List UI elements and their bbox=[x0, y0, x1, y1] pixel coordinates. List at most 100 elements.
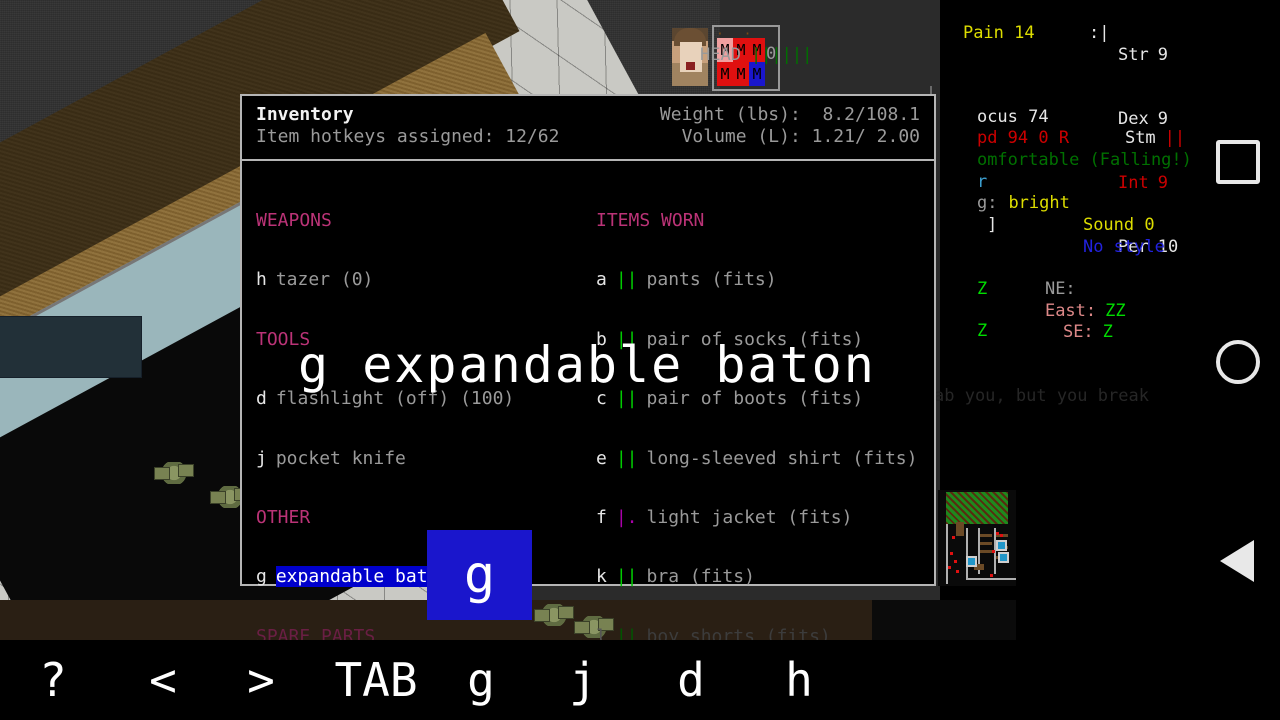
item-label: expandable baton bbox=[275, 566, 450, 588]
selected-item-overlay-label: g expandable baton bbox=[298, 336, 876, 394]
list-item[interactable]: f |. light jacket (fits) bbox=[596, 507, 917, 528]
vkey-j[interactable]: j bbox=[552, 640, 614, 720]
virtual-keyboard-bar: ? < > TAB g j d h bbox=[0, 640, 1280, 720]
volume-readout: Volume (L): 1.21/ 2.00 bbox=[681, 126, 920, 147]
vkey-help[interactable]: ? bbox=[22, 640, 84, 720]
encumbrance-bars: |. bbox=[615, 506, 638, 528]
hud-row-head: HEAD |||||| bbox=[700, 45, 816, 66]
inventory-left-column: WEAPONS h tazer (0) TOOLS d flashlight (of… bbox=[256, 172, 514, 720]
virtual-key-g-popup[interactable]: g bbox=[427, 530, 532, 620]
category-label: ITEMS WORN bbox=[596, 210, 705, 231]
triangle-left-icon[interactable] bbox=[1220, 540, 1254, 582]
vkey-d[interactable]: d bbox=[660, 640, 722, 720]
vkey-label: j bbox=[569, 653, 597, 707]
pain-value: Pain 14 bbox=[962, 23, 1035, 44]
hud-compass-se: SE: Z bbox=[1022, 301, 1113, 365]
category-header: WEAPONS bbox=[256, 210, 514, 231]
minimap-vegetation bbox=[946, 492, 1008, 524]
minimap-enemy bbox=[990, 574, 993, 577]
minimap-wall bbox=[966, 528, 968, 580]
square-icon[interactable] bbox=[1216, 140, 1260, 184]
vkey-label: > bbox=[247, 653, 275, 707]
plant-sprite bbox=[154, 462, 194, 484]
vkey-g[interactable]: g bbox=[450, 640, 512, 720]
vkey-tab[interactable]: TAB bbox=[330, 640, 422, 720]
android-navigation-bar bbox=[1190, 0, 1280, 640]
encumbrance-bars: || bbox=[615, 447, 638, 469]
minimap-enemy bbox=[996, 532, 999, 535]
item-label: bra (fits) bbox=[646, 566, 755, 588]
item-label: pants (fits) bbox=[646, 269, 777, 291]
minimap-shelf bbox=[980, 542, 992, 545]
minimap-wall bbox=[946, 524, 948, 584]
vkey-prev[interactable]: < bbox=[132, 640, 194, 720]
vkey-label: ? bbox=[39, 653, 67, 707]
hud-compass-left-2: Z bbox=[936, 300, 987, 364]
encumbrance-bars: || bbox=[615, 269, 638, 291]
bodypart-label: HEAD bbox=[700, 44, 741, 65]
item-hotkey: h bbox=[256, 269, 267, 291]
item-hotkey: k bbox=[596, 566, 607, 588]
bodypart-bars: |||||| bbox=[750, 44, 813, 65]
item-hotkey: f bbox=[596, 506, 607, 528]
minimap-shelf bbox=[956, 522, 964, 536]
style-text: No style bbox=[1082, 237, 1165, 258]
compass-dir: SE: bbox=[1062, 322, 1094, 343]
minimap-enemy bbox=[1000, 534, 1003, 537]
minimap-marker bbox=[996, 540, 1007, 551]
minimap-wall bbox=[966, 578, 1016, 580]
category-header: ITEMS WORN bbox=[596, 210, 917, 231]
vkey-label: < bbox=[149, 653, 177, 707]
weight-readout: Weight (lbs): 8.2/108.1 bbox=[659, 104, 920, 125]
encumbrance-bars: || bbox=[615, 566, 638, 588]
inventory-right-column: ITEMS WORN a || pants (fits) b || pair of so… bbox=[596, 172, 917, 685]
comfort-text: omfortable (Falling!) bbox=[976, 150, 1192, 171]
list-item[interactable]: e || long-sleeved shirt (fits) bbox=[596, 448, 917, 469]
item-hotkey: j bbox=[256, 447, 267, 469]
inventory-title: Inventory bbox=[256, 104, 354, 125]
item-label: pocket knife bbox=[275, 447, 406, 469]
category-label: WEAPONS bbox=[256, 210, 332, 231]
hotkeys-assigned-label: Item hotkeys assigned: 12/62 bbox=[256, 126, 560, 147]
vkey-label: TAB bbox=[334, 653, 418, 707]
plant-sprite bbox=[534, 604, 574, 626]
item-label: tazer (0) bbox=[275, 269, 374, 291]
mood-face: :| bbox=[1088, 23, 1110, 44]
inventory-header: Inventory Item hotkeys assigned: 12/62 W… bbox=[242, 96, 934, 161]
item-label: long-sleeved shirt (fits) bbox=[646, 447, 918, 469]
compass-zed: Z bbox=[976, 279, 988, 300]
minimap[interactable] bbox=[938, 490, 1016, 586]
minimap-enemy bbox=[992, 550, 995, 553]
stat-label: Str bbox=[1118, 44, 1149, 65]
category-header: OTHER bbox=[256, 507, 514, 528]
vkey-label: h bbox=[785, 653, 813, 707]
vkey-label: d bbox=[677, 653, 705, 707]
item-hotkey: d bbox=[256, 388, 267, 410]
vkey-label: g bbox=[467, 653, 495, 707]
app-screen: · · · · M M M M M M 0 HEAD|||||| TORSO||… bbox=[0, 0, 1280, 720]
building-wall-left bbox=[0, 316, 142, 378]
hud-bracket: ] bbox=[946, 194, 997, 258]
vkey-h[interactable]: h bbox=[768, 640, 830, 720]
hud-mood: :| bbox=[1048, 2, 1109, 66]
list-item[interactable]: k || bra (fits) bbox=[596, 566, 917, 587]
list-item[interactable]: h tazer (0) bbox=[256, 269, 514, 290]
minimap-enemy bbox=[952, 536, 955, 539]
minimap-enemy bbox=[956, 570, 959, 573]
compass-zed: Z bbox=[976, 321, 988, 342]
circle-icon[interactable] bbox=[1216, 340, 1260, 384]
minimap-shelf bbox=[980, 550, 992, 553]
stat-str: Str 9 bbox=[1118, 45, 1178, 66]
list-item[interactable]: a || pants (fits) bbox=[596, 269, 917, 290]
vkey-next[interactable]: > bbox=[230, 640, 292, 720]
item-label: light jacket (fits) bbox=[646, 506, 853, 528]
minimap-enemy bbox=[954, 560, 957, 563]
compass-zeds: Z bbox=[1102, 322, 1113, 343]
list-item[interactable]: j pocket knife bbox=[256, 448, 514, 469]
stat-value: 9 bbox=[1157, 44, 1168, 65]
message-log-line: ab you, but you break bbox=[934, 386, 1149, 406]
minimap-shelf bbox=[980, 534, 992, 537]
hud-pain: Pain 14 bbox=[922, 2, 1035, 66]
item-hotkey: a bbox=[596, 269, 607, 291]
item-hotkey: e bbox=[596, 447, 607, 469]
